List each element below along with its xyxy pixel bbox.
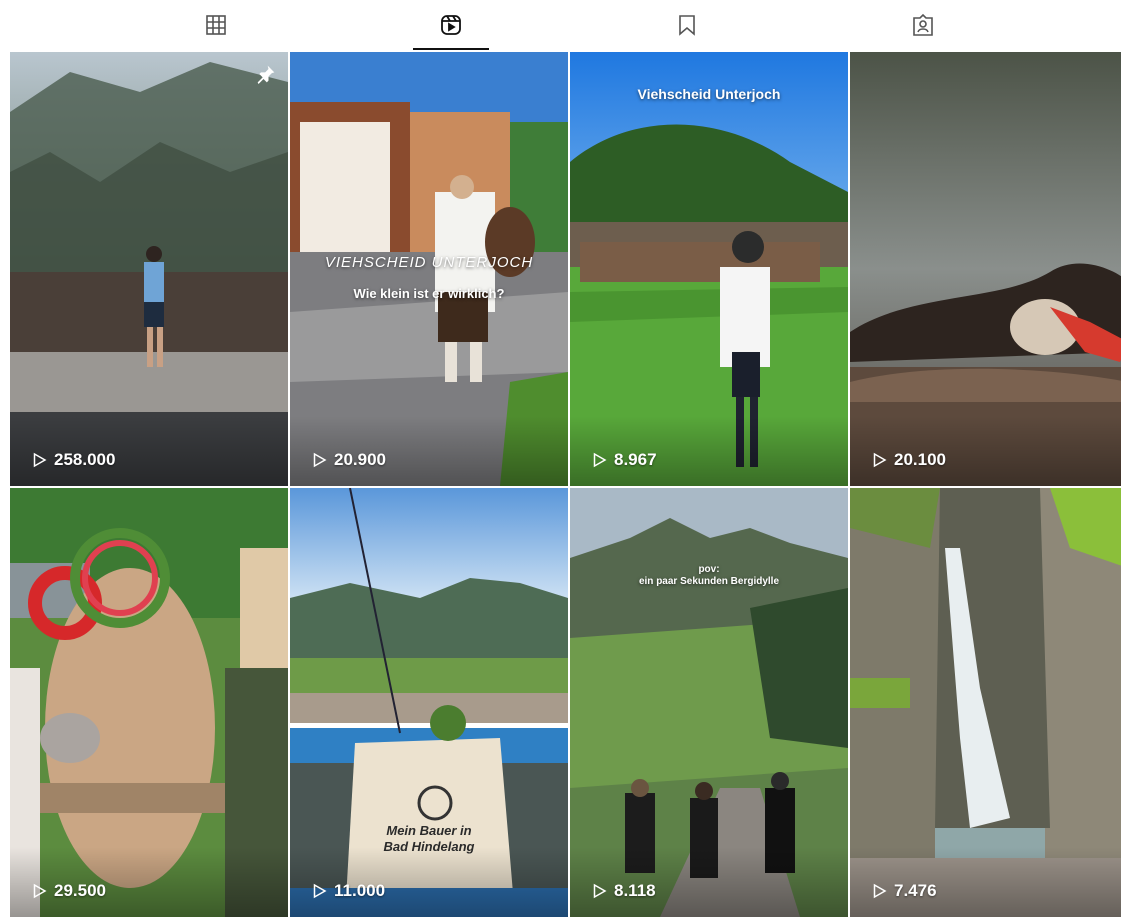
reel-tile[interactable]: VIEHSCHEID UNTERJOCH Wie klein ist er wi… [290,52,568,486]
view-count: 8.967 [590,450,657,470]
reel-tile[interactable]: Viehscheid Unterjoch 8.967 [570,52,848,486]
play-icon [593,452,607,468]
tab-saved[interactable] [647,0,727,50]
view-count-value: 8.967 [614,450,657,469]
reel-tile[interactable]: 29.500 [10,488,288,917]
view-count-value: 8.118 [614,881,656,900]
play-icon [593,883,607,899]
view-count: 11.000 [310,881,385,901]
view-count: 8.118 [590,881,656,901]
play-icon [33,883,47,899]
view-count: 7.476 [870,881,937,901]
view-count-value: 258.000 [54,450,116,469]
reel-tile[interactable]: pov: ein paar Sekunden Bergidylle 8.118 [570,488,848,917]
reels-icon [441,15,461,35]
view-count: 20.100 [870,450,946,470]
reel-tile[interactable]: 7.476 [850,488,1121,917]
reel-caption-line2: ein paar Sekunden Bergidylle [638,576,780,587]
reel-tile[interactable]: Mein Bauer in Bad Hindelang 11.000 [290,488,568,917]
profile-tabs [0,0,1121,50]
tagged-icon [913,13,933,36]
reels-grid: 258.000 VIEHSCHEID UNTERJOCH Wie klein i… [10,52,1121,917]
view-count-value: 20.900 [334,450,386,469]
reel-caption-line1: pov: [698,564,720,575]
play-icon [313,452,327,468]
reel-caption-title: VIEHSCHEID UNTERJOCH [324,254,534,271]
play-icon [313,883,327,899]
play-icon [33,452,47,468]
tab-reels[interactable] [411,0,491,50]
view-count: 20.900 [310,450,386,470]
view-count-value: 20.100 [894,450,946,469]
reel-tile[interactable]: 258.000 [10,52,288,486]
view-count-value: 7.476 [894,881,937,900]
tab-tagged[interactable] [883,0,963,50]
view-count-value: 29.500 [54,881,106,900]
grid-icon [206,15,226,35]
bookmark-icon [679,15,695,36]
play-icon [873,452,887,468]
view-count-value: 11.000 [334,881,386,900]
reel-caption-subtitle: Wie klein ist er wirklich? [353,286,505,301]
tab-posts[interactable] [176,0,256,50]
pin-icon [257,65,275,84]
view-count: 29.500 [30,881,106,901]
reel-caption: Viehscheid Unterjoch [637,86,781,102]
reel-tile[interactable]: 20.100 [850,52,1121,486]
play-icon [873,883,887,899]
view-count: 258.000 [30,450,115,470]
